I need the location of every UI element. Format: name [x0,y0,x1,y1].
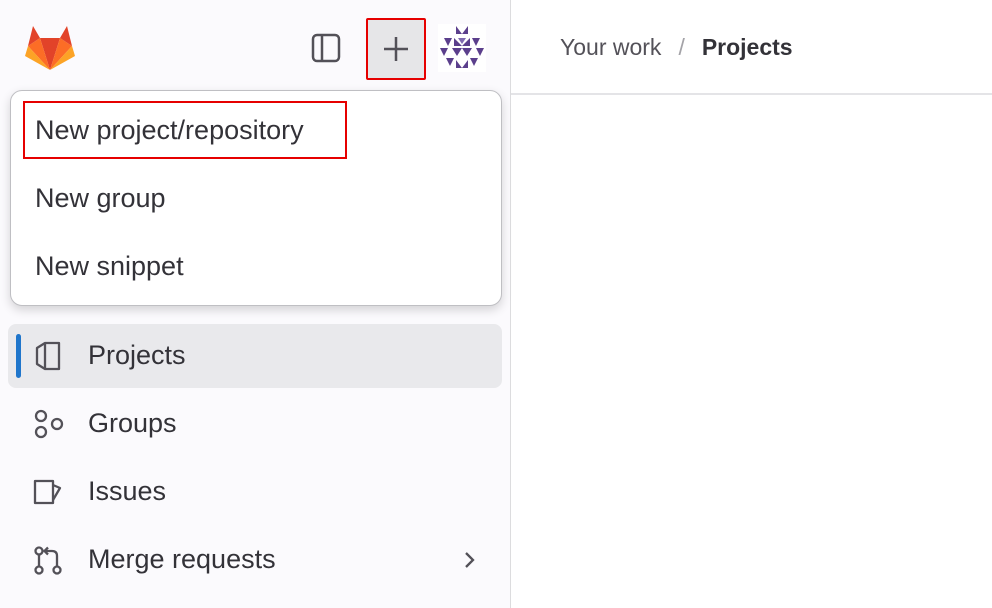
page-header: Your work / Projects [511,0,992,95]
issues-icon [33,479,62,505]
menu-item-new-group[interactable]: New group [35,183,166,214]
sidebar-item-projects[interactable]: Projects [8,324,502,388]
breadcrumb-your-work[interactable]: Your work [560,34,661,61]
gitlab-logo[interactable] [24,24,76,72]
sidebar-item-merge-requests[interactable]: Merge requests [8,528,502,592]
chevron-right-icon [465,552,475,568]
user-avatar[interactable] [438,24,486,72]
plus-icon [384,37,408,61]
breadcrumb-projects[interactable]: Projects [702,34,793,61]
sidebar-item-groups[interactable]: Groups [8,392,502,456]
sidebar-toggle-button[interactable] [304,26,348,70]
project-icon [35,341,61,371]
group-icon [34,409,64,439]
sidebar-item-label: Groups [88,408,177,438]
sidebar-item-issues[interactable]: Issues [8,460,502,524]
sidebar-item-label: Projects [88,340,186,370]
menu-item-new-snippet[interactable]: New snippet [35,251,184,282]
menu-item-new-project[interactable]: New project/repository [35,115,304,146]
new-menu-button[interactable] [366,18,426,80]
sidebar-item-label: Issues [88,476,167,506]
new-menu-dropdown: New project/repository New group New sni… [10,90,502,306]
breadcrumb: Your work / Projects [560,34,793,61]
sidebar-toggle-icon [311,33,341,63]
merge-request-icon [34,546,62,575]
sidebar-item-label: Merge requests [88,544,276,574]
breadcrumb-separator: / [678,34,685,60]
active-indicator [16,334,21,378]
